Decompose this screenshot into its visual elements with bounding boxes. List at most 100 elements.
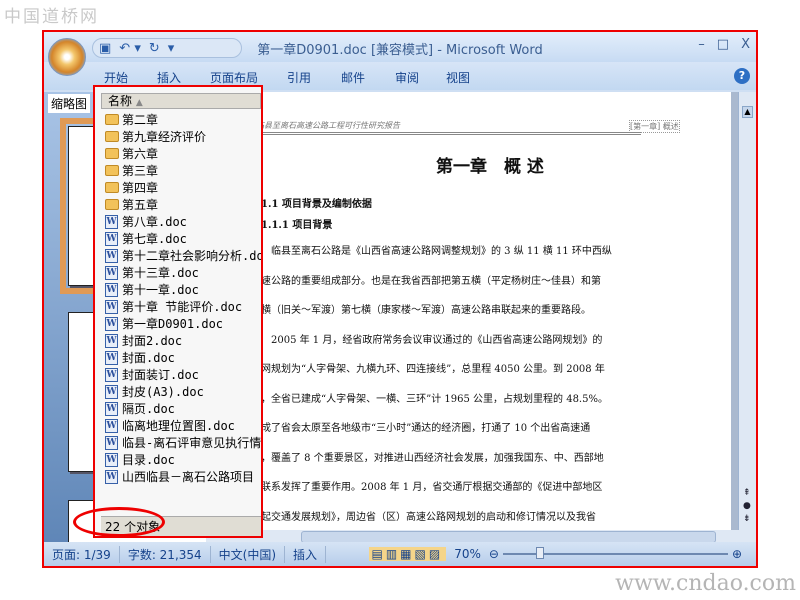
zoom-slider[interactable]: [502, 547, 728, 559]
zoom-in-icon[interactable]: ⊕: [732, 547, 742, 561]
file-name: 临离地理位置图.doc: [122, 419, 235, 433]
file-list-item[interactable]: W 第十一章.doc: [105, 281, 261, 298]
tab-view[interactable]: 视图: [446, 69, 470, 86]
tab-mailings[interactable]: 邮件: [341, 69, 365, 86]
file-list-item[interactable]: 第二章: [105, 111, 261, 128]
paragraph-line: 区联系发挥了重要作用。2008 年 1 月，省交通厅根据交通部的《促进中部地区: [251, 482, 603, 493]
file-name: 第十三章.doc: [122, 266, 199, 280]
file-list-item[interactable]: 第三章: [105, 162, 261, 179]
file-name: 封面2.doc: [122, 334, 183, 348]
file-list-item[interactable]: W 封面2.doc: [105, 332, 261, 349]
status-bar: 页面: 1/39 字数: 21,354 中文(中国) 插入 ▤▥▦▧▨ 70% …: [44, 542, 756, 566]
folder-icon: [105, 131, 119, 142]
name-column-label: 名称: [108, 94, 133, 108]
paragraph-line: 六横（旧关～军渡）第七横（康家楼～军渡）高速公路串联起来的重要路段。: [251, 305, 591, 316]
file-name: 第一章D0901.doc: [122, 317, 224, 331]
file-list-item[interactable]: W 山西临县－离石公路项目: [105, 468, 261, 485]
paragraph-line: 底，全省已建成“人字骨架、一横、三环”计 1965 公里，占规划里程的 48.5…: [251, 393, 608, 405]
paragraph-line: 道，覆盖了 8 个重要景区，对推进山西经济社会发展，加强我国东、中、西部地: [251, 452, 604, 464]
vertical-scrollbar[interactable]: ▲ ⇞ ● ⇟: [738, 92, 756, 544]
zoom-slider-thumb[interactable]: [535, 547, 544, 559]
paragraph-line: 临县至离石公路是《山西省高速公路网调整规划》的 3 纵 11 横 11 环中西纵: [251, 246, 612, 257]
file-list-item[interactable]: W 目录.doc: [105, 451, 261, 468]
language[interactable]: 中文(中国): [211, 545, 286, 563]
word-doc-icon: W: [105, 384, 118, 399]
folder-icon: [105, 148, 119, 159]
file-name: 第十一章.doc: [122, 283, 199, 297]
folder-icon: [105, 199, 119, 210]
insert-mode[interactable]: 插入: [285, 545, 327, 563]
maximize-button[interactable]: □: [717, 37, 729, 52]
file-list-item[interactable]: 第六章: [105, 145, 261, 162]
word-doc-icon: W: [105, 316, 118, 331]
file-list-item[interactable]: W 临离地理位置图.doc: [105, 417, 261, 434]
file-list-item[interactable]: W 第七章.doc: [105, 230, 261, 247]
file-name: 封面.doc: [122, 351, 175, 365]
file-name: 第四章: [122, 181, 159, 195]
folder-icon: [105, 165, 119, 176]
help-icon[interactable]: ?: [734, 68, 750, 84]
tab-review[interactable]: 审阅: [395, 69, 419, 86]
minimize-button[interactable]: –: [698, 37, 705, 52]
file-name: 第十章 节能评价.doc: [122, 300, 243, 314]
document-page[interactable]: 临县至离石高速公路工程可行性研究报告 [第一章] 概述 第一章 概 述 1.1 …: [251, 92, 731, 530]
word-count[interactable]: 字数: 21,354: [120, 545, 211, 563]
close-button[interactable]: X: [741, 37, 750, 52]
file-name: 临县-离石评审意见执行情: [122, 436, 262, 450]
file-list-item[interactable]: W 封面.doc: [105, 349, 261, 366]
file-list-item[interactable]: 第五章: [105, 196, 261, 213]
file-name: 第八章.doc: [122, 215, 187, 229]
page-count[interactable]: 页面: 1/39: [44, 545, 120, 563]
highlight-circle: [73, 507, 165, 537]
word-doc-icon: W: [105, 333, 118, 348]
chapter-heading: 第一章 概 述: [436, 157, 544, 177]
folder-icon: [105, 182, 119, 193]
file-list-item[interactable]: W 封面装订.doc: [105, 366, 261, 383]
word-doc-icon: W: [105, 231, 118, 246]
file-name: 第十二章社会影响分析.doc: [122, 249, 263, 263]
file-name: 第三章: [122, 164, 159, 178]
tab-page-layout[interactable]: 页面布局: [210, 69, 258, 86]
paragraph-line: 高速公路的重要组成部分。也是在我省西部把第五横（平定杨树庄～佳县）和第: [251, 275, 601, 287]
file-list-item[interactable]: W 第一章D0901.doc: [105, 315, 261, 332]
paragraph-line: 形成了省会太原至各地级市“三小时”通达的经济圈，打通了 10 个出省高速通: [251, 423, 591, 434]
word-doc-icon: W: [105, 299, 118, 314]
word-doc-icon: W: [105, 435, 118, 450]
file-list-item[interactable]: W 第十章 节能评价.doc: [105, 298, 261, 315]
zoom-out-icon[interactable]: ⊖: [489, 547, 499, 561]
paragraph-line: 路网规划为“人字骨架、九横九环、四连接线”，总里程 4050 公里。到 2008…: [251, 364, 605, 375]
paragraph-line: 崛起交通发展规划》，周边省（区）高速公路网规划的启动和修订情况以及我省: [251, 511, 596, 523]
file-name: 目录.doc: [122, 453, 175, 467]
subsection-heading: 1.1.1 项目背景: [261, 220, 333, 231]
file-name: 封皮(A3).doc: [122, 385, 204, 399]
file-list-item[interactable]: W 临县-离石评审意见执行情: [105, 434, 262, 451]
office-button[interactable]: [48, 38, 86, 76]
browse-object-icons[interactable]: ⇞ ● ⇟: [743, 487, 751, 526]
word-doc-icon: W: [105, 367, 118, 382]
thumbnail-pane-header: 缩略图: [48, 94, 91, 113]
file-list-item[interactable]: 第九章经济评价: [105, 128, 261, 145]
file-name: 第九章经济评价: [122, 130, 207, 144]
word-doc-icon: W: [105, 282, 118, 297]
file-list-item[interactable]: 第四章: [105, 179, 261, 196]
file-list-item[interactable]: W 第八章.doc: [105, 213, 261, 230]
view-buttons[interactable]: ▤▥▦▧▨: [368, 547, 447, 561]
name-column-header[interactable]: 名称 ▲: [101, 93, 261, 109]
tab-home[interactable]: 开始: [104, 69, 128, 86]
word-doc-icon: W: [105, 452, 118, 467]
word-doc-icon: W: [105, 214, 118, 229]
scroll-up-icon[interactable]: ▲: [742, 106, 753, 118]
window-title: 第一章D0901.doc [兼容模式] - Microsoft Word: [257, 43, 543, 58]
zoom-level[interactable]: 70%: [446, 547, 489, 561]
tab-references[interactable]: 引用: [287, 69, 311, 86]
file-list-item[interactable]: W 第十三章.doc: [105, 264, 261, 281]
file-list-item[interactable]: W 第十二章社会影响分析.doc: [105, 247, 263, 264]
tab-insert[interactable]: 插入: [157, 69, 181, 86]
word-doc-icon: W: [105, 469, 118, 484]
file-list-item[interactable]: W 封皮(A3).doc: [105, 383, 261, 400]
watermark-bottom: www.cndao.com: [615, 571, 796, 596]
file-list-item[interactable]: W 隔页.doc: [105, 400, 261, 417]
file-list-panel: 名称 ▲ 第二章第九章经济评价 第六章第三章第四章第五章 W 第八章.doc W 第七章.…: [93, 85, 263, 538]
word-doc-icon: W: [105, 401, 118, 416]
file-name: 第五章: [122, 198, 159, 212]
